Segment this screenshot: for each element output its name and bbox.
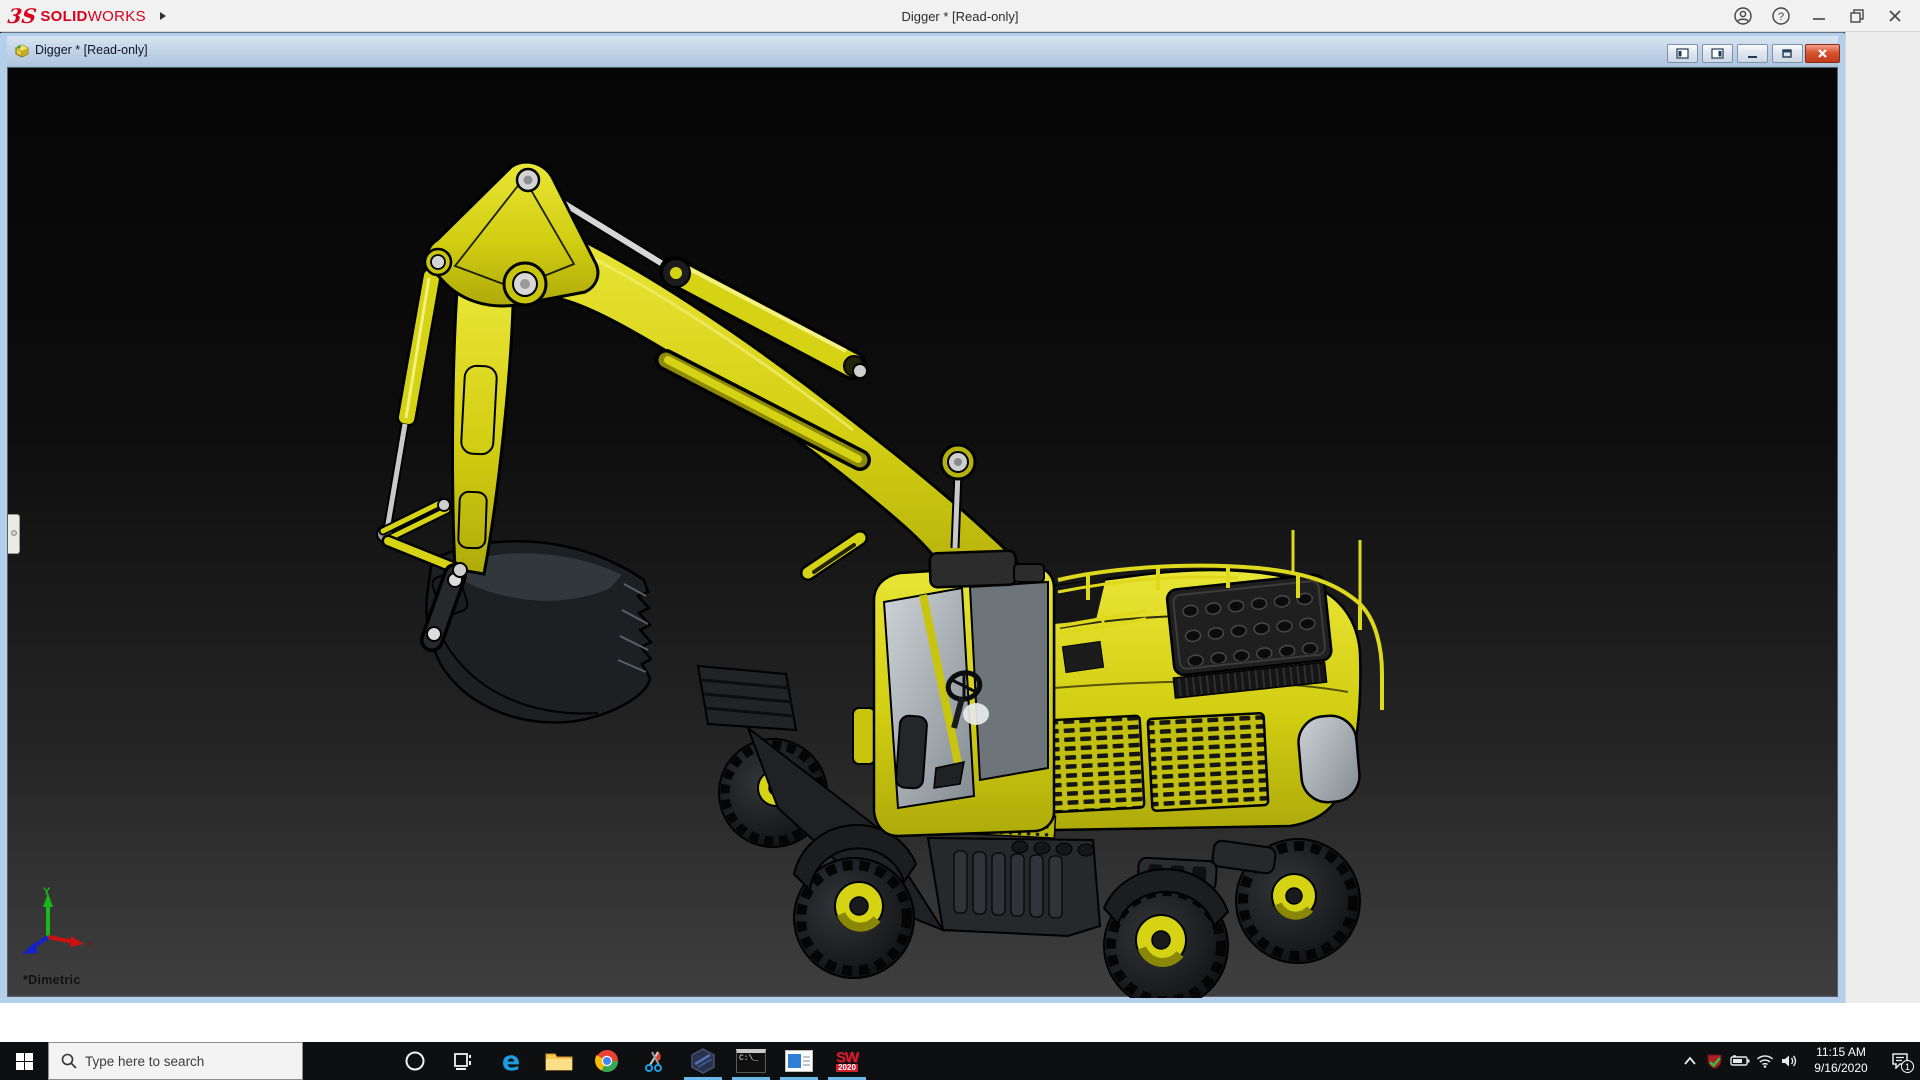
triad-y-label: Y [43,886,51,898]
start-button[interactable] [0,1042,48,1080]
wifi-icon[interactable] [1752,1042,1777,1080]
tray-date: 9/16/2020 [1808,1061,1874,1077]
chrome-icon [595,1049,619,1073]
tile-right-button[interactable] [1702,44,1733,63]
solidworks-logo: 3S SOLIDWORKS [8,3,166,29]
edrawings-icon [690,1048,716,1074]
doc-restore-button[interactable] [1772,44,1803,63]
cortana-icon [404,1050,426,1072]
app-close-button[interactable] [1876,0,1914,32]
taskbar-item-chrome[interactable] [583,1042,631,1080]
tile-left-button[interactable] [1667,44,1698,63]
task-view-icon [452,1050,474,1072]
tray-chevron-icon[interactable] [1677,1042,1702,1080]
status-bar [0,1003,1920,1042]
taskbar-item-edge[interactable]: e [487,1042,535,1080]
app-window-controls: ? [1724,0,1914,32]
boom[interactable] [519,185,1030,613]
roof-box [929,551,1016,588]
digger-model[interactable] [8,68,1839,998]
side-grille-left [1046,716,1145,813]
taskbar-item-file-explorer[interactable] [535,1042,583,1080]
battery-icon[interactable] [1727,1042,1752,1080]
taskbar-item-snipping-tool[interactable] [631,1042,679,1080]
bucket-cylinder [377,268,442,542]
taskbar-search[interactable] [48,1042,303,1080]
taskbar-item-edrawings[interactable] [679,1042,727,1080]
engine-block [1164,574,1334,698]
tray-time: 11:15 AM [1808,1045,1874,1061]
account-icon[interactable] [1724,0,1762,32]
windows-logo-icon [16,1053,33,1070]
view-orientation-label: *Dimetric [23,973,81,987]
help-icon[interactable]: ? [1762,0,1800,32]
side-grille-right [1148,713,1269,811]
app-title: Digger * [Read-only] [800,0,1120,32]
feature-manager-collapsed-tab[interactable] [8,514,20,554]
doc-close-button[interactable] [1805,44,1840,63]
notification-badge: 1 [1901,1060,1914,1073]
photos-icon [785,1050,813,1072]
feature-manager-dot-icon [11,530,17,536]
solidworks-wordmark: SOLIDWORKS [40,8,146,25]
document-title: Digger * [Read-only] [35,43,148,57]
solidworks-monitor-icon[interactable] [1702,1042,1727,1080]
command-prompt-icon: C:\_ [736,1049,766,1073]
app-restore-button[interactable] [1838,0,1876,32]
app-minimize-button[interactable] [1800,0,1838,32]
windows-taskbar: e [0,1042,1920,1080]
document-title-bar[interactable]: Digger * [Read-only] [7,36,1838,67]
edge-icon: e [502,1048,520,1075]
seat [896,715,928,789]
svg-text:?: ? [1778,11,1784,23]
doc-minimize-button[interactable] [1737,44,1768,63]
app-title-bar: 3S SOLIDWORKS Digger * [Read-only] ? [0,0,1920,32]
assembly-document-icon [13,42,31,60]
screen: 3S SOLIDWORKS Digger * [Read-only] ? [0,0,1920,1080]
triad-x-label: x [88,939,93,950]
search-icon [61,1053,77,1069]
system-tray: 11:15 AM 9/16/2020 1 [1677,1042,1920,1080]
rear-window [1296,714,1361,805]
solidworks-2020-icon: SW 2020 [836,1050,858,1072]
taskbar-item-solidworks[interactable]: SW 2020 [823,1042,871,1080]
file-explorer-icon [545,1050,573,1072]
menu-expand-arrow-icon[interactable] [160,12,166,20]
taskbar-item-task-view[interactable] [439,1042,487,1080]
taskbar-item-cortana[interactable] [391,1042,439,1080]
graphics-viewport[interactable]: Y x *Dimetric [7,67,1838,997]
taskbar-item-command-prompt[interactable]: C:\_ [727,1042,775,1080]
dassault-logo-icon: 3S [7,6,38,26]
orientation-triad: Y x [16,883,112,979]
search-input[interactable] [85,1054,285,1069]
volume-icon[interactable] [1777,1042,1802,1080]
document-window: Digger * [Read-only] [0,32,1845,1003]
tray-clock[interactable]: 11:15 AM 9/16/2020 [1808,1045,1874,1076]
app-background-strip [1845,32,1920,1003]
snipping-tool-icon [643,1049,667,1073]
action-center-button[interactable]: 1 [1880,1042,1920,1080]
taskbar-item-photos[interactable] [775,1042,823,1080]
